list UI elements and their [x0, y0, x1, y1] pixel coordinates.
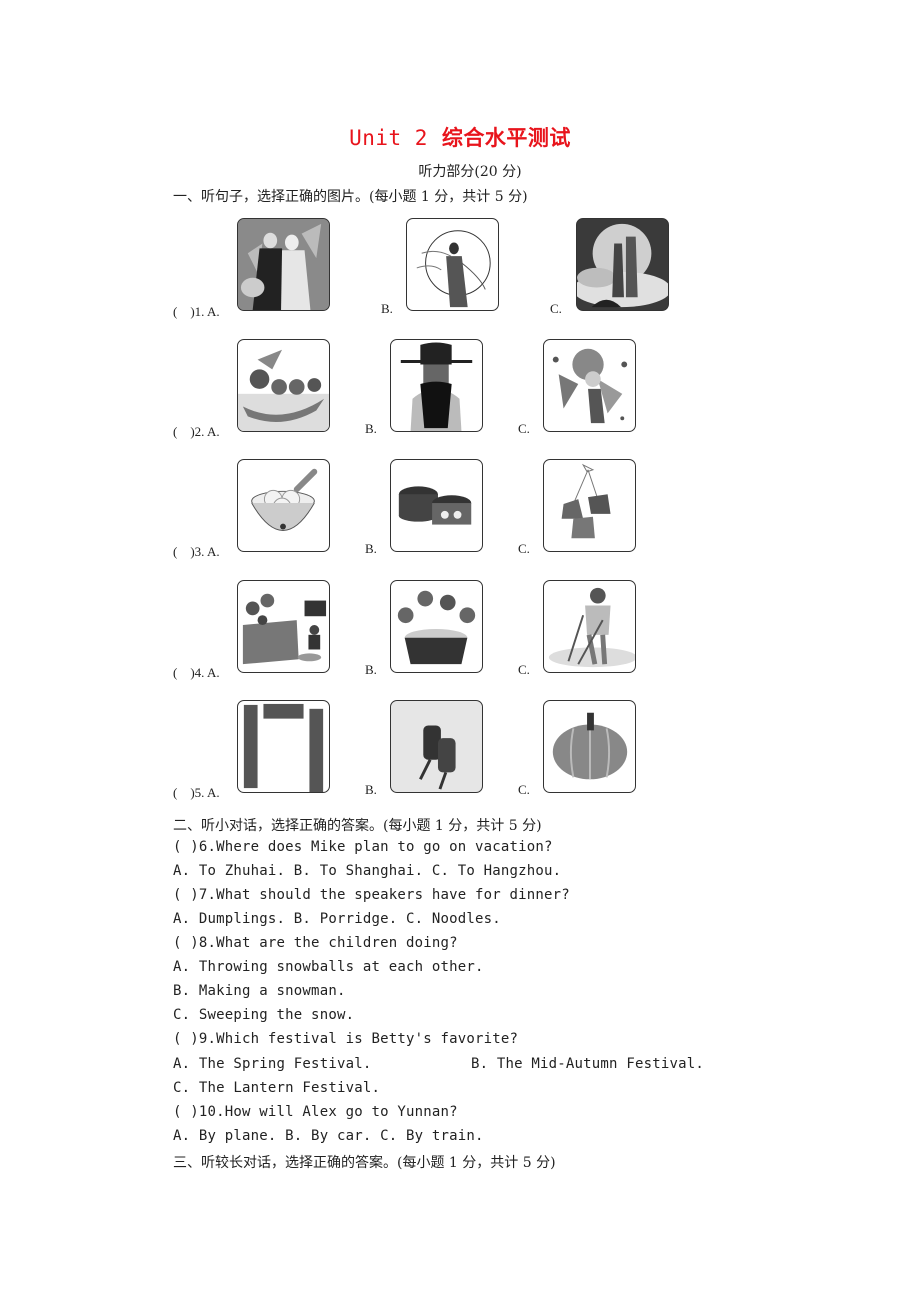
question-5-option-b-image[interactable]: [390, 700, 483, 793]
question-4-option-c-image[interactable]: [543, 580, 636, 673]
question-5-option-c-label: C.: [518, 782, 530, 797]
question-8-option-c: C. Sweeping the snow.: [173, 1007, 355, 1023]
question-3-option-b-label: B.: [365, 541, 377, 556]
question-2-label: ( )2. A.: [173, 424, 220, 439]
question-9-option-b: B. The Mid-Autumn Festival.: [471, 1056, 704, 1072]
section-subtitle: 听力部分(20 分): [418, 164, 522, 180]
question-3-option-c-label: C.: [518, 541, 530, 556]
question-9-option-c: C. The Lantern Festival.: [173, 1080, 381, 1096]
title-english: Unit 2: [349, 126, 428, 150]
question-3-label: ( )3. A.: [173, 544, 220, 559]
title-chinese: 综合水平测试: [441, 125, 571, 150]
question-1-option-b-label: B.: [381, 301, 393, 316]
question-9-option-a: A. The Spring Festival.: [173, 1056, 372, 1072]
question-2-option-c-label: C.: [518, 421, 530, 436]
question-10-text: ( )10.How will Alex go to Yunnan?: [173, 1104, 458, 1120]
question-1-label: ( )1. A.: [173, 304, 220, 319]
question-1-option-a-image[interactable]: [237, 218, 330, 311]
question-2-option-c-image[interactable]: [543, 339, 636, 432]
question-4-label: ( )4. A.: [173, 665, 220, 680]
question-5-option-b-label: B.: [365, 782, 377, 797]
question-8-text: ( )8.What are the children doing?: [173, 935, 458, 951]
question-6-text: ( )6.Where does Mike plan to go on vacat…: [173, 839, 553, 855]
question-2-option-b-image[interactable]: [390, 339, 483, 432]
question-5-label: ( )5. A.: [173, 785, 220, 800]
question-3-option-b-image[interactable]: [390, 459, 483, 552]
question-2-option-a-image[interactable]: [237, 339, 330, 432]
question-1-option-c-label: C.: [550, 301, 562, 316]
question-8-option-a: A. Throwing snowballs at each other.: [173, 959, 484, 975]
question-3-option-c-image[interactable]: [543, 459, 636, 552]
question-6-options: A. To Zhuhai. B. To Shanghai. C. To Hang…: [173, 863, 562, 879]
question-2-option-b-label: B.: [365, 421, 377, 436]
question-4-option-c-label: C.: [518, 662, 530, 677]
question-7-options: A. Dumplings. B. Porridge. C. Noodles.: [173, 911, 501, 927]
question-9-text: ( )9.Which festival is Betty's favorite?: [173, 1031, 519, 1047]
question-4-option-b-label: B.: [365, 662, 377, 677]
question-4-option-b-image[interactable]: [390, 580, 483, 673]
question-1-option-c-image[interactable]: [576, 218, 669, 311]
question-10-options: A. By plane. B. By car. C. By train.: [173, 1128, 484, 1144]
question-5-option-c-image[interactable]: [543, 700, 636, 793]
section3-heading: 三、听较长对话，选择正确的答案。(每小题 1 分，共计 5 分): [173, 1155, 556, 1171]
page-title: Unit 2 综合水平测试: [0, 122, 920, 152]
question-7-text: ( )7.What should the speakers have for d…: [173, 887, 570, 903]
question-5-option-a-image[interactable]: [237, 700, 330, 793]
question-8-option-b: B. Making a snowman.: [173, 983, 346, 999]
question-4-option-a-image[interactable]: [237, 580, 330, 673]
section1-heading: 一、听句子，选择正确的图片。(每小题 1 分，共计 5 分): [173, 189, 528, 205]
section2-heading: 二、听小对话，选择正确的答案。(每小题 1 分，共计 5 分): [173, 818, 542, 834]
question-1-option-b-image[interactable]: [406, 218, 499, 311]
question-3-option-a-image[interactable]: [237, 459, 330, 552]
